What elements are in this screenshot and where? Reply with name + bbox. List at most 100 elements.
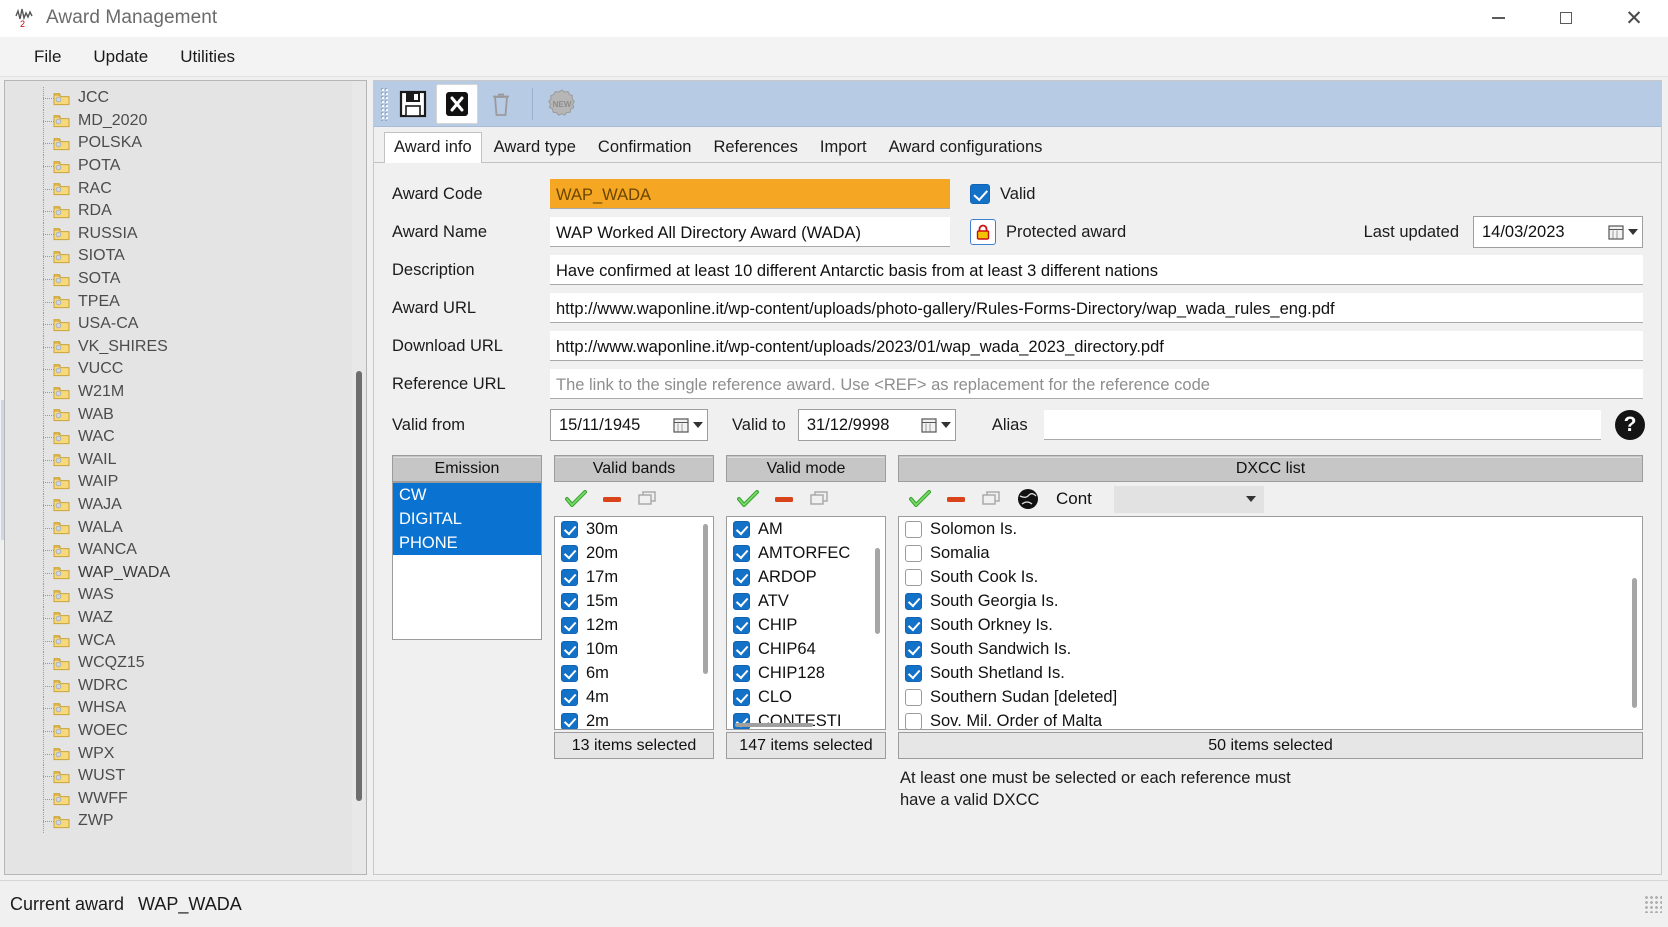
invert-selection-icon[interactable] (980, 489, 1004, 509)
mode-checkbox[interactable] (733, 688, 750, 706)
tab-award-type[interactable]: Award type (484, 132, 586, 163)
valid-bands-list[interactable]: 30m20m17m15m12m10m6m4m2m1.25m (554, 516, 714, 730)
band-item[interactable]: 6m (555, 661, 713, 685)
tree-item-sota[interactable]: SOTA (5, 267, 352, 291)
tree-item-zwp[interactable]: ZWP (5, 810, 352, 833)
tree-item-wwff[interactable]: WWFF (5, 787, 352, 810)
dxcc-checkbox[interactable] (905, 664, 922, 682)
mode-checkbox[interactable] (733, 544, 750, 562)
valid-from-date[interactable]: 15/11/1945 (550, 409, 708, 441)
tree-item-wala[interactable]: WALA (5, 516, 352, 539)
last-updated-date[interactable]: 14/03/2023 (1473, 216, 1643, 248)
mode-checkbox[interactable] (733, 520, 750, 538)
tree-item-rac[interactable]: RAC (5, 177, 352, 200)
dxcc-checkbox[interactable] (905, 592, 922, 610)
valid-to-date[interactable]: 31/12/9998 (797, 409, 956, 441)
mode-checkbox[interactable] (733, 568, 750, 586)
band-item[interactable]: 20m (555, 541, 713, 565)
dxcc-checkbox[interactable] (905, 544, 922, 562)
tree-item-wca[interactable]: WCA (5, 629, 352, 652)
tree-item-wab[interactable]: WAB (5, 403, 352, 426)
mode-checkbox[interactable] (733, 616, 750, 634)
tree-item-pota[interactable]: POTA (5, 154, 352, 178)
description-input[interactable] (550, 255, 1643, 285)
tree-item-siota[interactable]: SIOTA (5, 245, 352, 268)
tree-item-wail[interactable]: WAIL (5, 448, 352, 472)
maximize-button[interactable] (1532, 0, 1600, 37)
download-url-input[interactable] (550, 331, 1643, 361)
tree-item-jcc[interactable]: JCC (5, 87, 352, 110)
band-checkbox[interactable] (561, 616, 578, 634)
mode-checkbox[interactable] (733, 640, 750, 658)
band-item[interactable]: 17m (555, 565, 713, 589)
dxcc-checkbox[interactable] (905, 640, 922, 658)
band-item[interactable]: 12m (555, 613, 713, 637)
cont-select[interactable] (1113, 485, 1264, 513)
invert-selection-icon[interactable] (636, 489, 660, 509)
menu-update[interactable]: Update (77, 43, 164, 71)
tree-item-waz[interactable]: WAZ (5, 606, 352, 630)
tab-confirmation[interactable]: Confirmation (588, 132, 702, 163)
dxcc-checkbox[interactable] (905, 568, 922, 586)
chevron-down-icon[interactable] (940, 422, 951, 428)
band-item[interactable]: 30m (555, 517, 713, 541)
tree-item-rda[interactable]: RDA (5, 199, 352, 223)
dxcc-item[interactable]: South Shetland Is. (899, 661, 1642, 685)
tab-references[interactable]: References (703, 132, 807, 163)
mode-item[interactable]: AMTORFEC (727, 541, 885, 565)
band-checkbox[interactable] (561, 640, 578, 658)
award-url-input[interactable] (550, 293, 1643, 323)
dxcc-checkbox[interactable] (905, 688, 922, 706)
dxcc-item[interactable]: South Georgia Is. (899, 589, 1642, 613)
check-all-icon[interactable] (736, 489, 760, 509)
mode-item[interactable]: AM (727, 517, 885, 541)
mode-item[interactable]: ARDOP (727, 565, 885, 589)
mode-item[interactable]: CHIP (727, 613, 885, 637)
close-button[interactable]: ✕ (1600, 0, 1668, 37)
dxcc-item[interactable]: South Orkney Is. (899, 613, 1642, 637)
cancel-button[interactable] (436, 83, 478, 124)
tree-item-whsa[interactable]: WHSA (5, 697, 352, 720)
tree-item-polska[interactable]: POLSKA (5, 132, 352, 155)
tree-item-wac[interactable]: WAC (5, 425, 352, 449)
chevron-down-icon[interactable] (1628, 229, 1638, 235)
band-checkbox[interactable] (561, 568, 578, 586)
dxcc-item[interactable]: South Sandwich Is. (899, 637, 1642, 661)
tree-item-woec[interactable]: WOEC (5, 719, 352, 743)
award-name-input[interactable] (550, 217, 950, 247)
tree-scrollbar-thumb[interactable] (356, 371, 362, 801)
award-tree[interactable]: JCC MD_2020 POLSKA POTA RAC RDA RUSSIA SIOTA SOT… (4, 80, 367, 875)
tree-item-wust[interactable]: WUST (5, 764, 352, 788)
valid-checkbox[interactable] (970, 184, 990, 204)
tree-item-w21m[interactable]: W21M (5, 380, 352, 404)
modes-hscrollbar[interactable] (735, 723, 865, 727)
chevron-down-icon[interactable] (1245, 496, 1256, 502)
uncheck-all-icon[interactable] (600, 489, 624, 509)
mode-checkbox[interactable] (733, 664, 750, 682)
tree-item-wcqz15[interactable]: WCQZ15 (5, 651, 352, 675)
band-item[interactable]: 10m (555, 637, 713, 661)
tree-item-wanca[interactable]: WANCA (5, 538, 352, 562)
mode-item[interactable]: CHIP64 (727, 637, 885, 661)
minimize-button[interactable] (1464, 0, 1532, 37)
emission-item[interactable]: DIGITAL (393, 507, 541, 531)
band-item[interactable]: 2m (555, 709, 713, 729)
band-item[interactable]: 15m (555, 589, 713, 613)
dxcc-checkbox[interactable] (905, 520, 922, 538)
dxcc-item[interactable]: Southern Sudan [deleted] (899, 685, 1642, 709)
tree-item-usa-ca[interactable]: USA-CA (5, 312, 352, 336)
dxcc-item[interactable]: Somalia (899, 541, 1642, 565)
dxcc-item[interactable]: Solomon Is. (899, 517, 1642, 541)
emission-item[interactable]: PHONE (393, 531, 541, 555)
tree-scrollbar[interactable] (352, 81, 366, 874)
tree-item-vk_shires[interactable]: VK_SHIRES (5, 335, 352, 359)
check-all-icon[interactable] (564, 489, 588, 509)
band-checkbox[interactable] (561, 664, 578, 682)
valid-checkbox-group[interactable]: Valid (970, 184, 1035, 204)
band-checkbox[interactable] (561, 712, 578, 729)
bands-scrollbar[interactable] (699, 518, 712, 728)
tab-award-configurations[interactable]: Award configurations (879, 132, 1053, 163)
save-button[interactable] (392, 84, 434, 124)
dxcc-item[interactable]: Sov. Mil. Order of Malta (899, 709, 1642, 729)
tree-item-tpea[interactable]: TPEA (5, 290, 352, 313)
